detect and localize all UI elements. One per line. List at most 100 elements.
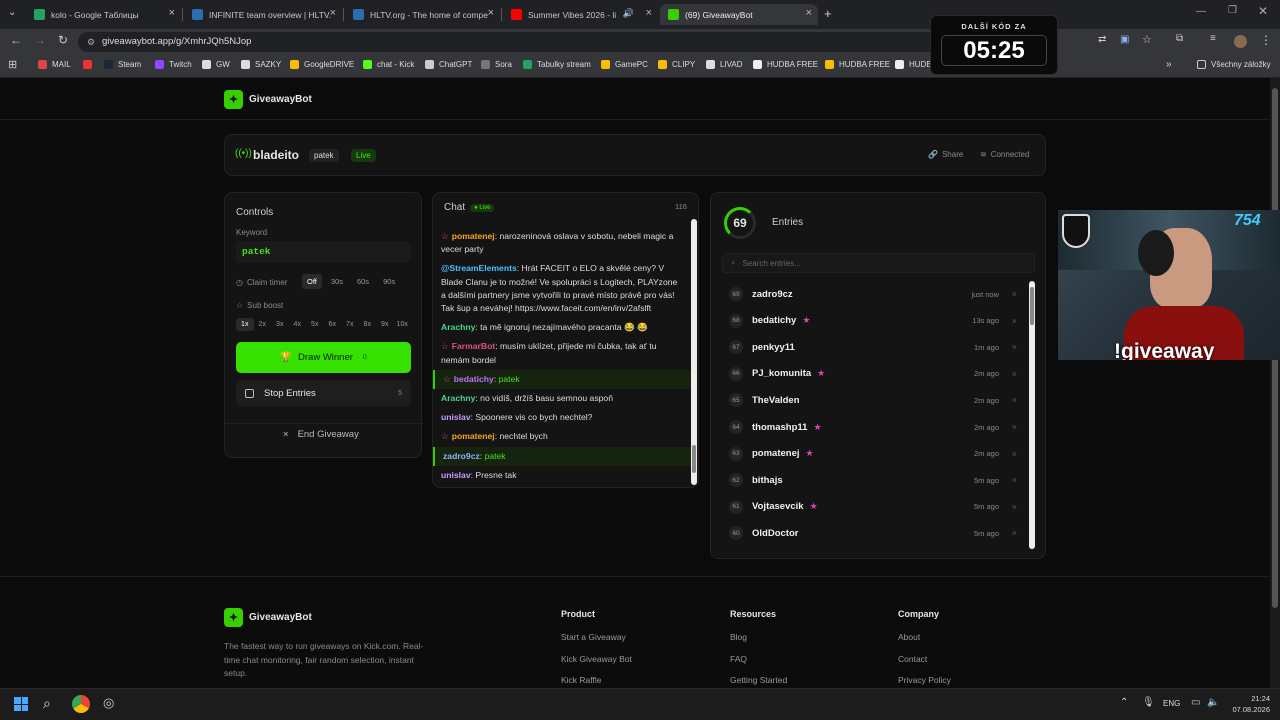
remove-entry-icon[interactable]: ×	[1012, 475, 1017, 485]
speaker-icon[interactable]: 🔊	[623, 8, 634, 19]
tab-search-icon[interactable]: ⌄	[8, 7, 16, 18]
bookmark-star-icon[interactable]: ☆	[1142, 33, 1152, 46]
browser-tab-active[interactable]: (69) GiveawayBot ×	[660, 4, 818, 25]
search-entries-input[interactable]: ⌕ Search entries...	[722, 253, 1035, 273]
back-icon[interactable]: ←	[10, 33, 22, 47]
bookmark-item[interactable]: Sora	[481, 60, 512, 69]
close-icon[interactable]: ×	[488, 7, 494, 19]
bookmark-item[interactable]: GW	[202, 60, 230, 69]
browser-tab[interactable]: Summer Vibes 2026 - li 🔊 ×	[503, 4, 658, 25]
remove-entry-icon[interactable]: ×	[1012, 502, 1017, 512]
page-scrollbar[interactable]	[1270, 78, 1280, 688]
stop-entries-button[interactable]: Stop Entries 5	[236, 380, 411, 406]
close-icon[interactable]: ×	[806, 7, 812, 19]
footer-link[interactable]: About	[898, 632, 920, 642]
entry-row[interactable]: 65 TheValden 2m ago ×	[726, 387, 1021, 413]
entries-scrollbar[interactable]	[1029, 281, 1035, 549]
obs-icon[interactable]: ◎	[103, 695, 114, 711]
chat-scrollbar[interactable]	[691, 219, 697, 485]
bookmark-item[interactable]: CLIPY	[658, 60, 695, 69]
entry-row[interactable]: 61 Vojtasevcik ★ 5m ago ×	[726, 494, 1021, 520]
boost-option[interactable]: 3x	[271, 318, 289, 331]
browser-tab[interactable]: HLTV.org - The home of compe ×	[345, 4, 500, 25]
bookmark-item[interactable]: HUDB	[895, 60, 932, 69]
bookmark-item[interactable]: GamePC	[601, 60, 648, 69]
remove-entry-icon[interactable]: ×	[1012, 369, 1017, 379]
profile-avatar[interactable]	[1234, 35, 1247, 48]
entry-row[interactable]: 62 bithajs 5m ago ×	[726, 467, 1021, 493]
boost-option[interactable]: 2x	[254, 318, 272, 331]
reload-icon[interactable]: ↻	[58, 33, 68, 47]
forward-icon[interactable]: →	[34, 33, 46, 47]
search-icon[interactable]: ⌕	[43, 695, 51, 712]
boost-option[interactable]: 6x	[324, 318, 342, 331]
bookmark-item[interactable]: chat - Kick	[363, 60, 414, 69]
boost-option[interactable]: 9x	[376, 318, 394, 331]
remove-entry-icon[interactable]: ×	[1012, 449, 1017, 459]
remove-entry-icon[interactable]: ×	[1012, 342, 1017, 352]
chat-username[interactable]: FarmarBot	[452, 341, 495, 351]
browser-tab[interactable]: kolo - Google Таблицы ×	[26, 4, 181, 25]
reading-list-icon[interactable]: ≡	[1210, 33, 1216, 44]
claim-option-off[interactable]: Off	[302, 274, 322, 289]
url-input[interactable]: ⚙ giveawaybot.app/g/XmhrJQh5NJop	[78, 32, 938, 52]
network-icon[interactable]: ▭	[1191, 697, 1200, 708]
bookmark-item[interactable]: ChatGPT	[425, 60, 472, 69]
all-bookmarks-folder[interactable]: Všechny záložky	[1197, 60, 1271, 69]
boost-option[interactable]: 10x	[394, 318, 412, 331]
bookmark-item[interactable]: MAIL	[38, 60, 71, 69]
chat-username[interactable]: bedatichy	[454, 374, 494, 384]
chat-username[interactable]: unislav	[441, 470, 471, 480]
bookmark-item[interactable]: Tabulky stream	[523, 60, 591, 69]
chat-username[interactable]: Arachny	[441, 322, 475, 332]
translate-icon[interactable]: ⇄	[1098, 34, 1106, 45]
chat-username[interactable]: pomatenej	[452, 231, 495, 241]
entry-row[interactable]: 67 penkyy11 1m ago ×	[726, 334, 1021, 360]
bookmark-item[interactable]: Steam	[104, 60, 141, 69]
chrome-icon[interactable]	[72, 695, 90, 713]
entry-row[interactable]: 64 thomashp11 ★ 2m ago ×	[726, 414, 1021, 440]
chat-username[interactable]: pomatenej	[452, 431, 495, 441]
footer-brand[interactable]: ✦ GiveawayBot	[224, 608, 312, 627]
chat-username[interactable]: @StreamElements	[441, 263, 517, 273]
tray-chevron-icon[interactable]: ⌃	[1120, 697, 1128, 708]
microphone-icon[interactable]: 🎙	[1142, 697, 1155, 708]
entry-row[interactable]: 68 bedatichy ★ 13s ago ×	[726, 308, 1021, 334]
remove-entry-icon[interactable]: ×	[1012, 289, 1017, 299]
footer-link[interactable]: Privacy Policy	[898, 675, 951, 685]
claim-option-60s[interactable]: 60s	[352, 274, 374, 289]
entry-row[interactable]: 69 zadro9cz just now ×	[726, 281, 1021, 307]
end-giveaway-button[interactable]: × End Giveaway	[283, 429, 359, 440]
site-info-icon[interactable]: ⚙	[87, 32, 95, 52]
draw-winner-button[interactable]: 🏆 Draw Winner 0	[236, 342, 411, 373]
bookmark-item[interactable]: SAZKY	[241, 60, 281, 69]
claim-option-30s[interactable]: 30s	[326, 274, 348, 289]
volume-icon[interactable]: 🔈	[1207, 697, 1219, 708]
remove-entry-icon[interactable]: ×	[1012, 395, 1017, 405]
boost-option[interactable]: 8x	[359, 318, 377, 331]
close-icon[interactable]: ×	[330, 7, 336, 19]
boost-option[interactable]: 7x	[341, 318, 359, 331]
bookmark-item[interactable]: HUDBA FREE	[825, 60, 890, 69]
keyword-input[interactable]: patek	[236, 241, 411, 263]
entry-row[interactable]: 66 PJ_komunita ★ 2m ago ×	[726, 361, 1021, 387]
boost-option[interactable]: 5x	[306, 318, 324, 331]
bookmark-item[interactable]: Twitch	[155, 60, 192, 69]
chat-username[interactable]: zadro9cz	[443, 451, 480, 461]
bookmark-item[interactable]	[83, 60, 97, 69]
new-tab-icon[interactable]: +	[824, 6, 832, 21]
bookmark-item[interactable]: LIVAD	[706, 60, 743, 69]
windows-start-icon[interactable]	[14, 697, 28, 711]
clock[interactable]: 21:24 07.08.2026	[1224, 693, 1270, 715]
share-button[interactable]: 🔗 Share	[928, 150, 963, 159]
boost-option[interactable]: 1x	[236, 318, 254, 331]
entry-row[interactable]: 63 pomatenej ★ 2m ago ×	[726, 441, 1021, 467]
chat-username[interactable]: unislav	[441, 412, 471, 422]
minimize-icon[interactable]: —	[1196, 6, 1206, 17]
window-close-icon[interactable]: ✕	[1258, 4, 1268, 18]
footer-link[interactable]: Blog	[730, 632, 747, 642]
claim-option-90s[interactable]: 90s	[378, 274, 400, 289]
brand-logo[interactable]: ✦ GiveawayBot	[224, 90, 312, 109]
cast-icon[interactable]: ▣	[1120, 34, 1129, 45]
chat-username[interactable]: Arachny	[441, 393, 475, 403]
